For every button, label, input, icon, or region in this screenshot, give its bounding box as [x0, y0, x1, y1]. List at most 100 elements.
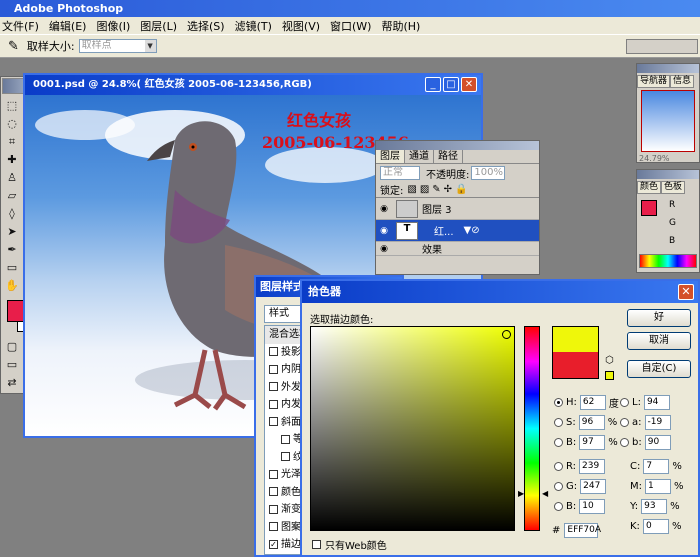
sample-size-select[interactable]: 取样点 ▼	[78, 39, 157, 53]
radio-l[interactable]	[620, 398, 629, 407]
marquee-tool-icon[interactable]: ⬚	[2, 97, 22, 114]
style-checkbox[interactable]	[281, 434, 290, 444]
h-input[interactable]: 62	[579, 395, 606, 410]
style-checkbox[interactable]	[269, 399, 278, 409]
healing-brush-tool-icon[interactable]: ✚	[2, 151, 22, 168]
close-icon[interactable]: ✕	[461, 77, 477, 92]
blend-mode-select[interactable]: 正常	[380, 166, 420, 180]
menu-filter[interactable]: 滤镜(T)	[235, 18, 272, 34]
custom-button[interactable]: 自定(C)	[627, 360, 691, 378]
radio-r[interactable]	[554, 462, 563, 471]
s-input[interactable]: 96	[578, 415, 605, 430]
hex-input[interactable]: EFF70A	[564, 523, 601, 538]
color-field-marker[interactable]	[502, 330, 511, 339]
menu-edit[interactable]: 编辑(E)	[49, 18, 87, 34]
navigator-preview[interactable]	[641, 90, 695, 152]
hand-tool-icon[interactable]: ✋	[2, 277, 22, 294]
lab-b-input[interactable]: 90	[644, 435, 671, 450]
b-input[interactable]: 97	[579, 435, 606, 450]
radio-b[interactable]	[554, 438, 563, 447]
radio-h[interactable]	[554, 398, 563, 407]
minimize-icon[interactable]: _	[425, 77, 441, 92]
gamut-warning-icon[interactable]: ⬡	[605, 355, 614, 366]
opacity-field[interactable]: 100%	[471, 166, 506, 180]
r-input[interactable]: 239	[579, 459, 606, 474]
radio-a[interactable]	[620, 418, 629, 427]
style-checkbox[interactable]	[269, 347, 278, 356]
menu-image[interactable]: 图像(I)	[96, 18, 130, 34]
close-icon[interactable]: ✕	[678, 284, 694, 300]
palette-well[interactable]	[626, 39, 698, 54]
radio-rgb-b[interactable]	[554, 502, 563, 511]
l-input[interactable]: 94	[643, 395, 670, 410]
color-panel-foreground[interactable]	[641, 200, 657, 216]
pen-tool-icon[interactable]: ✒	[2, 241, 22, 258]
hue-arrow-right-icon[interactable]: ◀	[542, 489, 548, 498]
layers-panel-header[interactable]	[376, 141, 539, 150]
style-checkbox[interactable]	[269, 487, 278, 496]
menu-layer[interactable]: 图层(L)	[140, 18, 177, 34]
clone-stamp-tool-icon[interactable]: ♙	[2, 169, 22, 186]
lock-icons[interactable]: ▧▨✎✢🔒	[407, 184, 470, 195]
crop-tool-icon[interactable]: ⌗	[2, 133, 22, 150]
tab-info[interactable]: 信息	[670, 75, 695, 88]
style-checkbox[interactable]	[269, 382, 278, 391]
eraser-tool-icon[interactable]: ▱	[2, 187, 22, 204]
navigator-zoom[interactable]: 24.79%	[637, 154, 699, 163]
screen-mode-standard-icon[interactable]: ▭	[2, 356, 22, 373]
radio-g[interactable]	[554, 482, 563, 491]
path-selection-tool-icon[interactable]: ➤	[2, 223, 22, 240]
style-checkbox[interactable]	[269, 417, 278, 426]
tab-color[interactable]: 颜色	[637, 181, 662, 194]
color-ramp[interactable]	[639, 254, 697, 268]
old-color-swatch[interactable]	[552, 352, 599, 379]
style-checkbox[interactable]	[269, 469, 278, 479]
blur-tool-icon[interactable]: ◊	[2, 205, 22, 222]
style-checkbox[interactable]	[269, 504, 278, 514]
jump-to-imageready-icon[interactable]: ⇄	[2, 374, 22, 391]
g-input[interactable]: 247	[580, 479, 607, 494]
maximize-icon[interactable]: □	[443, 77, 459, 92]
ok-button[interactable]: 好	[627, 309, 691, 327]
k-input[interactable]: 0	[642, 519, 669, 534]
tab-swatches[interactable]: 色板	[661, 181, 686, 194]
y-input[interactable]: 93	[641, 499, 668, 514]
menu-window[interactable]: 窗口(W)	[330, 18, 371, 34]
tab-navigator[interactable]: 导航器	[637, 75, 671, 88]
cancel-button[interactable]: 取消	[627, 332, 691, 350]
notes-tool-icon[interactable]: ▭	[2, 259, 22, 276]
layer-row-selected[interactable]: ◉ T 红... ▼⊘	[376, 220, 539, 242]
m-input[interactable]: 1	[645, 479, 671, 494]
hue-arrow-left-icon[interactable]: ▶	[518, 489, 524, 498]
style-checkbox[interactable]	[269, 364, 278, 374]
style-checkbox[interactable]	[281, 452, 290, 461]
eye-icon[interactable]: ◉	[376, 244, 392, 254]
style-checkbox[interactable]	[269, 522, 278, 531]
color-panel-header[interactable]	[637, 170, 699, 179]
lasso-tool-icon[interactable]: ◌	[2, 115, 22, 132]
menu-select[interactable]: 选择(S)	[187, 18, 225, 34]
navigator-header[interactable]	[637, 64, 699, 73]
rgb-b-input[interactable]: 10	[579, 499, 606, 514]
menu-view[interactable]: 视图(V)	[282, 18, 320, 34]
effects-row[interactable]: ◉ 效果	[376, 242, 539, 256]
eye-icon[interactable]: ◉	[376, 204, 392, 214]
tab-channels[interactable]: 通道	[405, 150, 434, 163]
only-web-colors-checkbox[interactable]	[312, 540, 321, 549]
tab-paths[interactable]: 路径	[434, 150, 463, 163]
only-web-colors-option[interactable]: 只有Web颜色	[312, 537, 387, 552]
radio-lab-b[interactable]	[620, 438, 629, 447]
tab-layers[interactable]: 图层	[376, 150, 405, 163]
c-input[interactable]: 7	[643, 459, 670, 474]
menu-file[interactable]: 文件(F)	[2, 18, 39, 34]
a-input[interactable]: -19	[644, 415, 671, 430]
color-field[interactable]	[310, 326, 515, 531]
hue-slider[interactable]	[524, 326, 540, 531]
eye-icon[interactable]: ◉	[376, 226, 392, 236]
websafe-color-swatch[interactable]	[605, 371, 614, 380]
fx-icon[interactable]: ▼⊘	[464, 225, 480, 236]
menu-help[interactable]: 帮助(H)	[381, 18, 420, 34]
layer-row[interactable]: ◉ 图层 3	[376, 198, 539, 220]
style-checkbox-checked[interactable]: ✓	[269, 539, 278, 549]
standard-mode-icon[interactable]: ▢	[2, 338, 22, 355]
